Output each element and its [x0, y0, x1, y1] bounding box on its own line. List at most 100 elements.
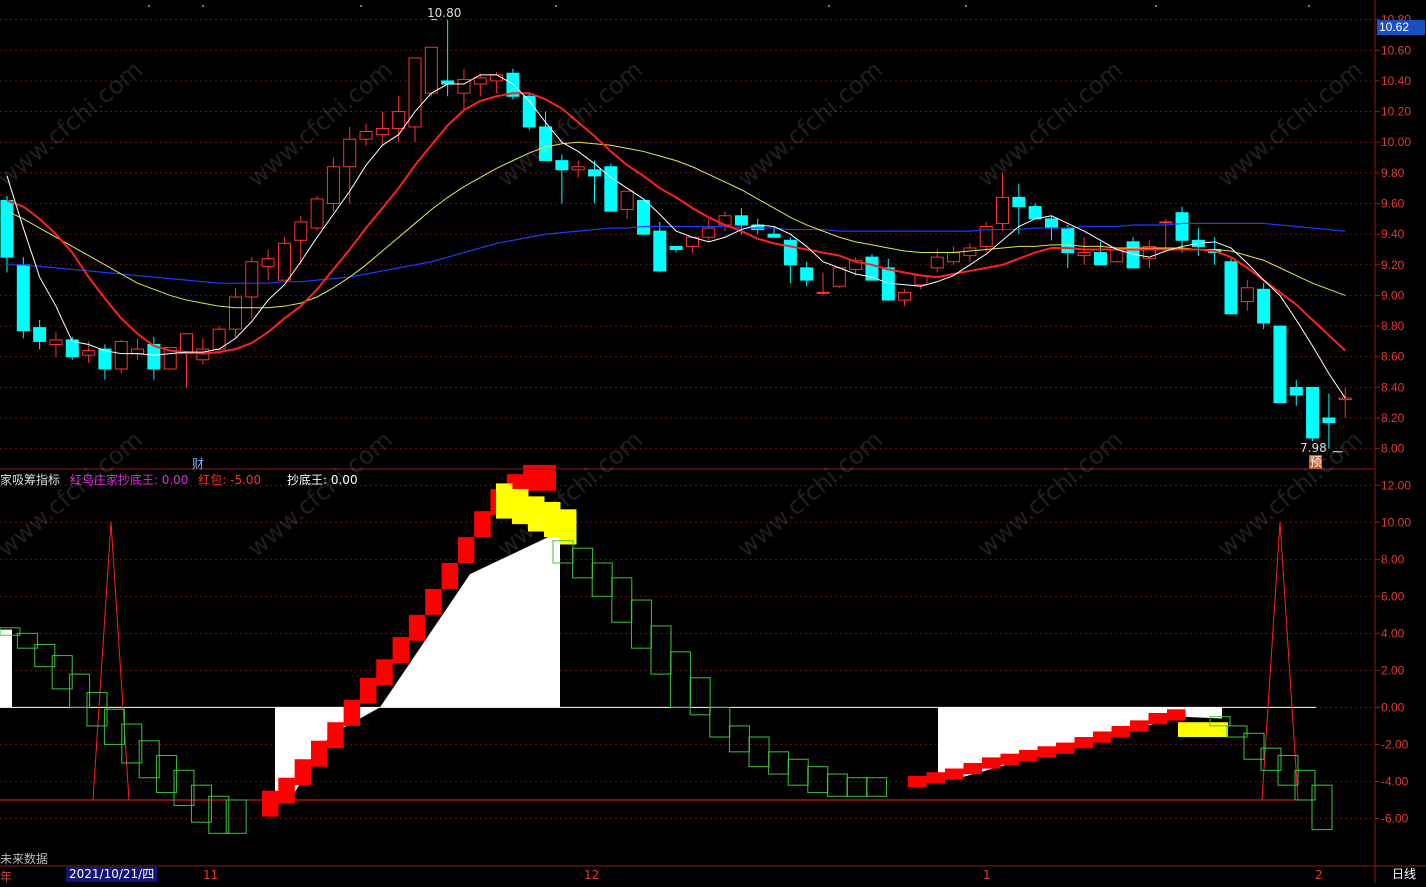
candle-body [180, 333, 194, 355]
red-flat-block [1000, 753, 1019, 765]
price-tick-label: 10.00 [1381, 135, 1411, 149]
price-tick-label: 8.80 [1381, 319, 1405, 333]
candle-body [996, 196, 1010, 224]
red-step-block [425, 588, 442, 615]
candle-body [571, 166, 585, 171]
green-box [807, 766, 829, 794]
red-step-block [294, 759, 312, 786]
green-box [670, 651, 692, 708]
candle-body [49, 339, 63, 345]
candle-body [636, 199, 650, 235]
candle-body [539, 126, 553, 162]
candle-body [1077, 252, 1091, 257]
red-flat-block [1056, 742, 1075, 754]
indicator-tick-label: -2.00 [1381, 737, 1409, 751]
candle-body [1273, 325, 1287, 404]
candle-body [375, 127, 389, 136]
kline-chart[interactable]: 8.00 8.20 8.40 8.60 8.80 9.00 9.20 9.40 9.60 9.80… [0, 0, 1426, 883]
candle-body [326, 166, 340, 205]
red-spike-left [92, 522, 130, 801]
candle-body [245, 261, 259, 298]
candle-body [669, 245, 683, 250]
red-step-block [310, 740, 328, 767]
red-step-block [408, 614, 426, 641]
yellow-top-block [512, 488, 529, 525]
candle-body [424, 46, 438, 94]
high-price-label: 10.80 [427, 6, 462, 20]
candle-body [16, 264, 30, 332]
green-box [768, 751, 790, 775]
low-price-label: 7.98 [1300, 441, 1327, 455]
finance-marker[interactable]: 财 [192, 455, 204, 472]
month-label-12: 12 [584, 868, 600, 882]
indicator-tick-label: 2.00 [1381, 663, 1405, 677]
candle-body [816, 291, 830, 294]
price-tick-label: 8.40 [1381, 380, 1405, 394]
price-tick-label: 9.00 [1381, 288, 1405, 302]
indicator-tick-label: 12.00 [1381, 478, 1411, 492]
candle-body [702, 227, 716, 238]
red-step-block [343, 700, 361, 726]
year-label: 年 [0, 870, 13, 884]
candle-body [114, 340, 128, 370]
yellow-top-block [560, 509, 577, 545]
yellow-top-block [544, 501, 561, 538]
red-flat-block [908, 775, 927, 788]
candle-body [1175, 212, 1189, 241]
candle-body [588, 169, 602, 177]
candle-body [408, 57, 422, 128]
green-box [630, 599, 652, 649]
candle-body [0, 199, 14, 258]
candle-body [1306, 386, 1320, 439]
red-bird-value: 红鸟庄家抄底王: 0.00 [69, 473, 189, 487]
month-label-2: 2 [1315, 868, 1323, 882]
price-tick-label: 10.20 [1381, 105, 1411, 119]
forecast-marker[interactable]: 预 [1309, 455, 1322, 469]
red-flat-block [1093, 731, 1112, 743]
green-box [572, 547, 594, 579]
future-data-label[interactable]: 未来数据 [0, 850, 48, 867]
red-step-block [278, 777, 295, 804]
yellow-flat-block [1178, 722, 1228, 738]
event-dot [965, 5, 967, 7]
period-selector[interactable]: 日线 [1384, 866, 1424, 882]
green-box [689, 677, 711, 716]
yellow-top-block [528, 496, 545, 532]
candle-body [1044, 218, 1058, 229]
green-box [748, 736, 770, 768]
price-tick-label: 10.60 [1381, 43, 1411, 57]
candle-body [555, 160, 569, 171]
bottom-king-value: 抄底王: 0.00 [287, 473, 358, 487]
candle-body [228, 296, 242, 330]
red-step-block [474, 511, 491, 538]
red-flat-block [982, 757, 1001, 769]
price-tick-label: 9.80 [1381, 166, 1405, 180]
indicator-name: 家吸筹指标 [0, 473, 61, 487]
candle-body [1289, 386, 1303, 396]
candle-body [1093, 252, 1107, 266]
price-tick-label: 9.60 [1381, 197, 1405, 211]
selected-date: 2021/10/21/四 [66, 867, 158, 882]
candle-body [1240, 287, 1254, 303]
price-tick-label: 8.60 [1381, 350, 1405, 364]
candle-body [1322, 417, 1336, 424]
candle-body [98, 348, 112, 370]
price-tick-label: 9.40 [1381, 227, 1405, 241]
candle-body [82, 350, 96, 356]
event-dot [1308, 5, 1310, 7]
green-box [709, 706, 731, 738]
month-label-1: 1 [983, 868, 991, 882]
event-dot [555, 5, 557, 7]
green-box [866, 777, 888, 797]
indicator-tick-label: 10.00 [1381, 515, 1411, 529]
red-packet-value: 红包: -5.00 [198, 473, 262, 487]
red-step-block [392, 637, 410, 663]
candle-body [343, 138, 357, 168]
red-flat-block [1019, 749, 1038, 762]
candle-body [767, 233, 781, 238]
green-box [611, 577, 633, 623]
indicator-legend: 家吸筹指标 红鸟庄家抄底王: 0.00 红包: -5.00 抄底王: 0.00 [0, 471, 364, 487]
event-dot [202, 5, 204, 7]
event-dot [360, 5, 362, 7]
candle-body [1224, 261, 1238, 315]
